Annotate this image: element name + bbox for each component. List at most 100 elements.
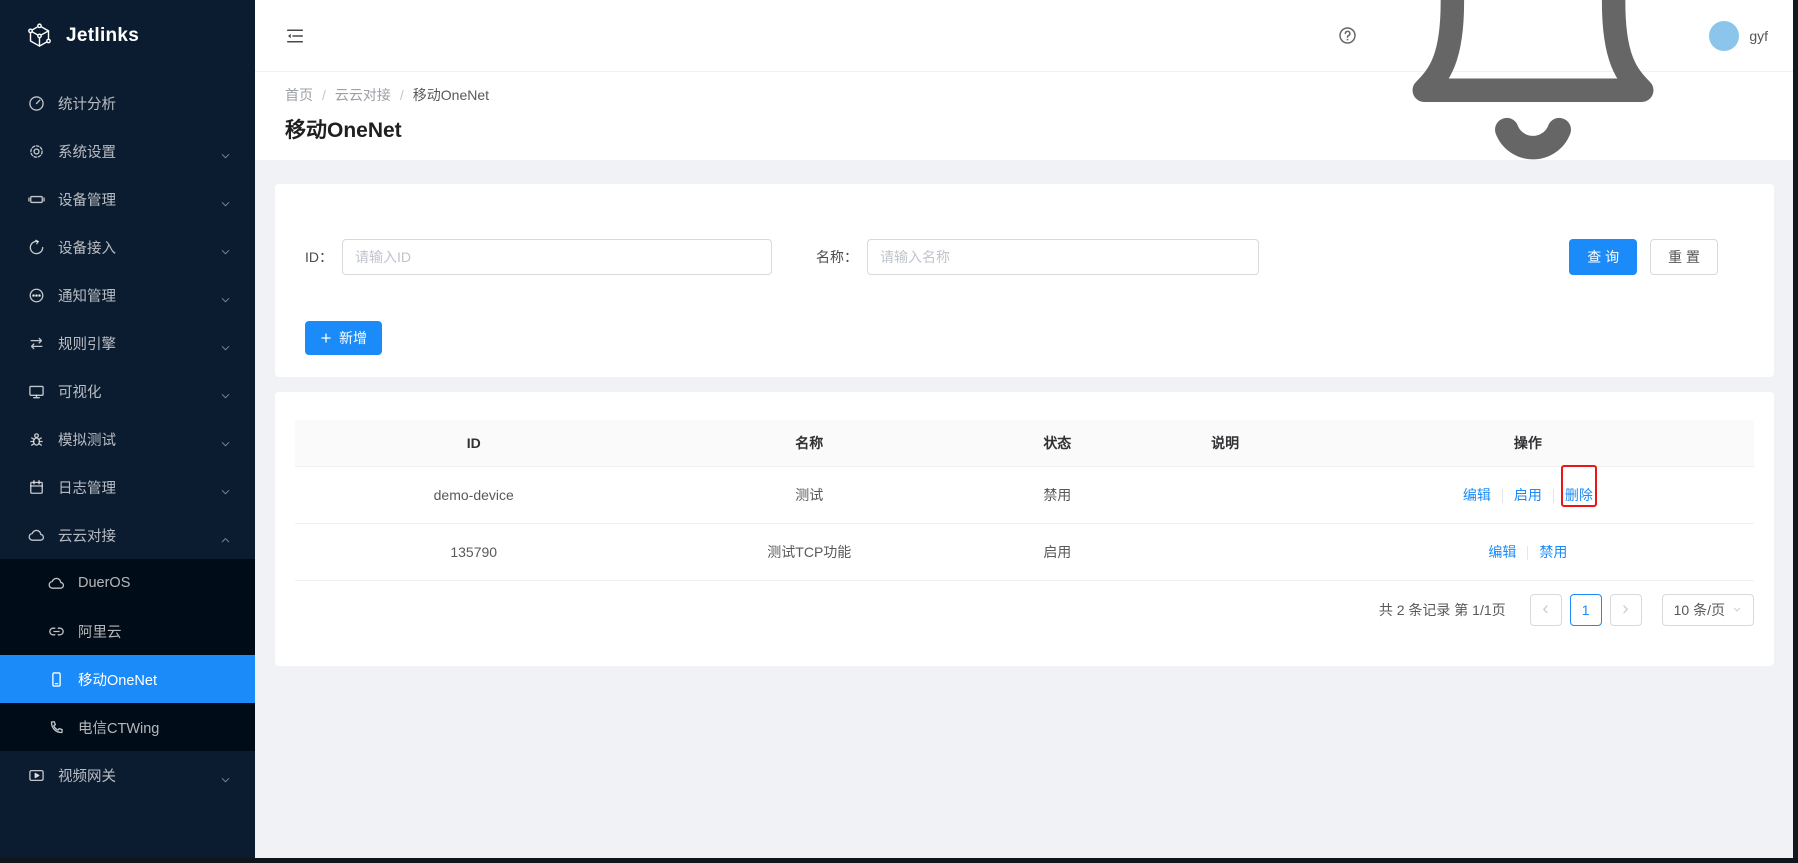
avatar[interactable] xyxy=(1709,21,1739,51)
video-icon xyxy=(28,767,45,784)
cell-name: 测试 xyxy=(652,466,966,523)
query-button[interactable]: 查 询 xyxy=(1569,239,1637,275)
main-area: 99+ gyf 首页/云云对接/移动OneNet 移动OneNet ID： 名称… xyxy=(255,0,1798,863)
chevron-down-icon xyxy=(220,387,231,395)
table-card: ID名称状态说明操作 demo-device测试禁用编辑启用删除135790测试… xyxy=(275,392,1774,666)
sidebar-item-notification-management[interactable]: 通知管理 xyxy=(0,271,255,319)
device-icon xyxy=(28,191,45,208)
sidebar-item-telecom-ctwing[interactable]: 电信CTWing xyxy=(0,703,255,751)
next-page-button[interactable] xyxy=(1610,594,1642,626)
action-divider xyxy=(1527,546,1528,560)
page-1-button[interactable]: 1 xyxy=(1570,594,1602,626)
page-size-value: 10 条/页 xyxy=(1674,600,1725,620)
chevron-down-icon xyxy=(1732,606,1742,613)
sidebar-item-label: 规则引擎 xyxy=(58,333,220,354)
sidebar-item-label: 移动OneNet xyxy=(78,669,231,690)
calendar-icon xyxy=(28,479,45,496)
sidebar: Jetlinks 统计分析系统设置设备管理设备接入通知管理规则引擎可视化模拟测试… xyxy=(0,0,255,863)
cube-logo-icon xyxy=(26,23,53,50)
page-size-select[interactable]: 10 条/页 xyxy=(1662,594,1754,626)
chevron-down-icon xyxy=(220,771,231,779)
sidebar-item-aliyun[interactable]: 阿里云 xyxy=(0,607,255,655)
chevron-left-icon xyxy=(1541,604,1550,615)
link-icon xyxy=(48,623,65,640)
bug-icon xyxy=(28,431,45,448)
sidebar-item-label: 视频网关 xyxy=(58,765,220,786)
sidebar-item-label: 云云对接 xyxy=(58,525,220,546)
sidebar-item-label: 统计分析 xyxy=(58,93,231,114)
username: gyf xyxy=(1749,28,1768,44)
cell-id: 135790 xyxy=(295,523,652,580)
sidebar-item-label: 模拟测试 xyxy=(58,429,220,450)
chevron-down-icon xyxy=(220,147,231,155)
prev-page-button[interactable] xyxy=(1530,594,1562,626)
chevron-down-icon xyxy=(220,483,231,491)
id-input[interactable] xyxy=(342,239,772,275)
sidebar-item-device-access[interactable]: 设备接入 xyxy=(0,223,255,271)
action-disable[interactable]: 禁用 xyxy=(1539,544,1567,560)
column-header: 状态 xyxy=(966,420,1148,466)
sidebar-item-label: DuerOS xyxy=(78,575,231,591)
cell-actions: 编辑 禁用 xyxy=(1302,523,1754,580)
sidebar-item-visualization[interactable]: 可视化 xyxy=(0,367,255,415)
sidebar-item-rule-engine[interactable]: 规则引擎 xyxy=(0,319,255,367)
top-header: 99+ gyf xyxy=(255,0,1798,72)
sidebar-item-cloud-cloud-connect[interactable]: 云云对接 xyxy=(0,511,255,559)
cell-description xyxy=(1149,523,1302,580)
access-icon xyxy=(28,239,45,256)
add-button[interactable]: 新增 xyxy=(305,321,382,355)
sidebar-item-video-gateway[interactable]: 视频网关 xyxy=(0,751,255,799)
content-area: ID： 名称： 查 询 重 置 新增 xyxy=(255,160,1798,863)
column-header: 名称 xyxy=(652,420,966,466)
plus-icon xyxy=(320,332,332,344)
cell-actions: 编辑 启用 删除 xyxy=(1302,466,1754,523)
cell-status: 启用 xyxy=(966,523,1148,580)
cell-status: 禁用 xyxy=(966,466,1148,523)
sidebar-item-system-settings[interactable]: 系统设置 xyxy=(0,127,255,175)
chevron-down-icon xyxy=(220,195,231,203)
sidebar-item-simulation-test[interactable]: 模拟测试 xyxy=(0,415,255,463)
sidebar-item-dueros[interactable]: DuerOS xyxy=(0,559,255,607)
cell-description xyxy=(1149,466,1302,523)
table-row: 135790测试TCP功能启用 编辑 禁用 xyxy=(295,523,1754,580)
mobile-icon xyxy=(48,671,65,688)
app-window: Jetlinks 统计分析系统设置设备管理设备接入通知管理规则引擎可视化模拟测试… xyxy=(0,0,1798,863)
sidebar-item-device-management[interactable]: 设备管理 xyxy=(0,175,255,223)
action-enable[interactable]: 启用 xyxy=(1514,487,1542,503)
cell-name: 测试TCP功能 xyxy=(652,523,966,580)
chevron-down-icon xyxy=(220,339,231,347)
question-icon[interactable] xyxy=(1338,26,1357,45)
rules-icon xyxy=(28,335,45,352)
breadcrumb-item: 移动OneNet xyxy=(413,87,489,103)
action-edit[interactable]: 编辑 xyxy=(1488,544,1516,560)
table-body: demo-device测试禁用编辑启用删除135790测试TCP功能启用编辑禁用 xyxy=(295,466,1754,580)
chevron-down-icon xyxy=(220,435,231,443)
menu-fold-icon[interactable] xyxy=(285,26,305,46)
search-buttons: 查 询 重 置 xyxy=(1569,239,1718,275)
reset-button[interactable]: 重 置 xyxy=(1650,239,1718,275)
id-label: ID： xyxy=(305,247,333,267)
action-divider xyxy=(1502,489,1503,503)
breadcrumb-item[interactable]: 云云对接 xyxy=(335,87,391,103)
add-button-label: 新增 xyxy=(339,328,367,348)
breadcrumb-item[interactable]: 首页 xyxy=(285,87,313,103)
message-icon xyxy=(28,287,45,304)
action-delete[interactable]: 删除 xyxy=(1565,487,1593,503)
name-input[interactable] xyxy=(867,239,1259,275)
sidebar-item-stats-analysis[interactable]: 统计分析 xyxy=(0,79,255,127)
chevron-down-icon xyxy=(220,243,231,251)
app-logo[interactable]: Jetlinks xyxy=(0,0,255,72)
notification-bell[interactable]: 99+ xyxy=(1383,0,1683,187)
monitor-icon xyxy=(28,383,45,400)
breadcrumb-separator: / xyxy=(322,87,326,103)
sidebar-item-log-management[interactable]: 日志管理 xyxy=(0,463,255,511)
action-edit[interactable]: 编辑 xyxy=(1463,487,1491,503)
sidebar-item-mobile-onenet[interactable]: 移动OneNet xyxy=(0,655,255,703)
window-bottom-edge xyxy=(0,858,1798,863)
sidebar-item-label: 设备管理 xyxy=(58,189,220,210)
search-form: ID： 名称： 查 询 重 置 xyxy=(305,239,1718,275)
sidebar-item-label: 系统设置 xyxy=(58,141,220,162)
chevron-up-icon xyxy=(220,531,231,539)
sidebar-item-label: 日志管理 xyxy=(58,477,220,498)
window-right-edge xyxy=(1793,0,1798,863)
